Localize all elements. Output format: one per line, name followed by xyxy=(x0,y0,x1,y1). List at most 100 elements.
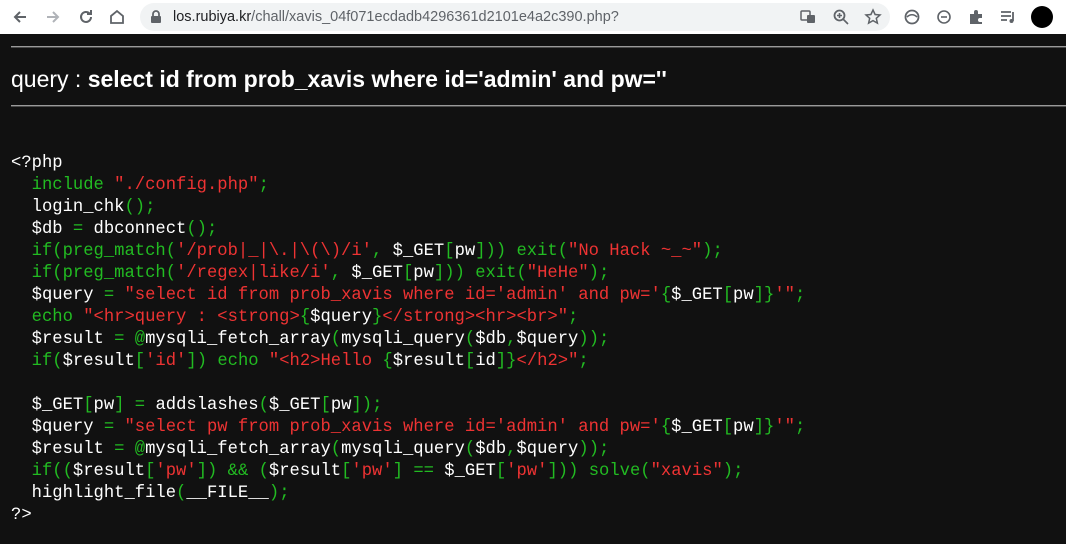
code-line xyxy=(11,373,805,395)
code-line: if(preg_match('/regex|like/i', $_GET[pw]… xyxy=(11,263,805,285)
code-token: ( xyxy=(330,440,342,459)
code-token: ]) && ( xyxy=(196,462,269,481)
code-token: $db xyxy=(11,220,73,239)
code-token: $result xyxy=(11,330,115,349)
code-token: ] = xyxy=(114,396,156,415)
code-token: "select pw from prob_xavis where id='adm… xyxy=(124,418,661,437)
code-token: { xyxy=(382,352,393,371)
zoom-icon[interactable] xyxy=(830,6,852,28)
code-token: if(preg_match( xyxy=(11,242,177,261)
code-token: $_GET xyxy=(392,242,445,261)
code-token: ] == xyxy=(392,462,445,481)
code-token: )); xyxy=(578,330,610,349)
code-token: if(( xyxy=(11,462,73,481)
code-token: = @ xyxy=(114,440,146,459)
forward-icon[interactable] xyxy=(42,6,64,28)
code-token: $result xyxy=(62,352,135,371)
code-token: "./config.php" xyxy=(114,176,259,195)
code-token: = xyxy=(72,220,94,239)
code-token: '/prob|_|\.|\(\)/i' xyxy=(176,242,373,261)
code-token: '" xyxy=(774,418,795,437)
code-token: $_GET xyxy=(671,418,723,437)
code-token: { xyxy=(299,308,311,327)
code-token: id xyxy=(475,352,496,371)
stop-icon[interactable] xyxy=(933,6,955,28)
code-token: ; xyxy=(258,176,269,195)
code-token: "<h2>Hello xyxy=(268,352,383,371)
code-token: $db xyxy=(475,440,507,459)
media-icon[interactable] xyxy=(997,6,1019,28)
code-token: [ xyxy=(495,462,507,481)
code-line: login_chk(); xyxy=(11,197,805,219)
profile-avatar[interactable] xyxy=(1031,6,1053,28)
reload-icon[interactable] xyxy=(75,6,97,28)
extension-icon[interactable] xyxy=(901,6,923,28)
code-token: pw xyxy=(93,396,115,415)
code-line: $query = "select id from prob_xavis wher… xyxy=(11,285,806,307)
query-line: query : select id from prob_xavis where … xyxy=(11,66,667,93)
code-token: mysqli_fetch_array xyxy=(145,330,331,349)
code-line: highlight_file(__FILE__); xyxy=(11,483,805,505)
code-token: mysqli_fetch_array xyxy=(145,440,331,459)
code-token: ); xyxy=(702,242,723,261)
home-icon[interactable] xyxy=(106,6,128,28)
code-token: ; xyxy=(578,352,589,371)
code-token: ])) exit( xyxy=(433,264,527,283)
puzzle-icon[interactable] xyxy=(965,6,987,28)
address-bar[interactable]: los.rubiya.kr/chall/xavis_04f071ecdadb42… xyxy=(140,3,890,31)
code-token: ); xyxy=(588,264,610,283)
code-token: "xavis" xyxy=(650,462,723,481)
code-token: $query xyxy=(11,418,104,437)
code-token: )); xyxy=(578,440,610,459)
code-token: [ xyxy=(320,396,331,415)
code-token: $result xyxy=(392,352,465,371)
url-text[interactable]: los.rubiya.kr/chall/xavis_04f071ecdadb42… xyxy=(173,9,619,25)
code-token: mysqli_query xyxy=(341,440,465,459)
code-token: ?> xyxy=(11,506,32,525)
code-token: [ xyxy=(341,462,352,481)
code-token: [ xyxy=(444,242,455,261)
code-token: ( xyxy=(330,330,342,349)
code-token: $result xyxy=(72,462,146,481)
code-token: echo xyxy=(11,308,84,327)
code-token: $query xyxy=(516,330,579,349)
translate-icon[interactable] xyxy=(797,6,819,28)
code-token: "select id from prob_xavis where id='adm… xyxy=(124,286,661,305)
code-token: ]} xyxy=(753,286,775,305)
code-token: 'pw' xyxy=(506,462,548,481)
code-token: , xyxy=(330,264,352,283)
code-token: $query xyxy=(516,440,579,459)
code-line: $result = @mysqli_fetch_array(mysqli_que… xyxy=(11,329,805,351)
code-token: , xyxy=(372,242,393,261)
code-token: $_GET xyxy=(268,396,321,415)
code-line: $result = @mysqli_fetch_array(mysqli_que… xyxy=(11,439,805,461)
code-token: 'pw' xyxy=(351,462,393,481)
code-token: pw xyxy=(330,396,352,415)
code-token: ( xyxy=(464,440,476,459)
lock-icon[interactable] xyxy=(150,10,162,29)
bookmark-star-icon[interactable] xyxy=(862,6,884,28)
code-line: ?> xyxy=(11,505,805,527)
code-token: { xyxy=(660,286,672,305)
code-token: [ xyxy=(722,286,734,305)
back-icon[interactable] xyxy=(9,6,31,28)
code-token: ]} xyxy=(753,418,775,437)
code-token: login_chk xyxy=(11,198,125,217)
code-line: if(preg_match('/prob|_|\.|\(\)/i', $_GET… xyxy=(11,241,805,263)
code-line: $query = "select pw from prob_xavis wher… xyxy=(11,417,806,439)
code-token: include xyxy=(11,176,115,195)
code-token: [ xyxy=(464,352,476,371)
code-token: ( xyxy=(176,484,187,503)
url-host: los.rubiya.kr xyxy=(173,9,252,25)
code-token: addslashes xyxy=(155,396,259,415)
code-token: ])) solve( xyxy=(547,462,651,481)
code-token: <?php xyxy=(11,154,63,173)
code-token: ); xyxy=(722,462,744,481)
code-token: '/regex|like/i' xyxy=(176,264,331,283)
code-token: { xyxy=(660,418,672,437)
code-token: dbconnect xyxy=(93,220,187,239)
code-token: highlight_file xyxy=(11,484,177,503)
code-token: "<hr>query : <strong> xyxy=(83,308,300,327)
code-token: $result xyxy=(268,462,342,481)
